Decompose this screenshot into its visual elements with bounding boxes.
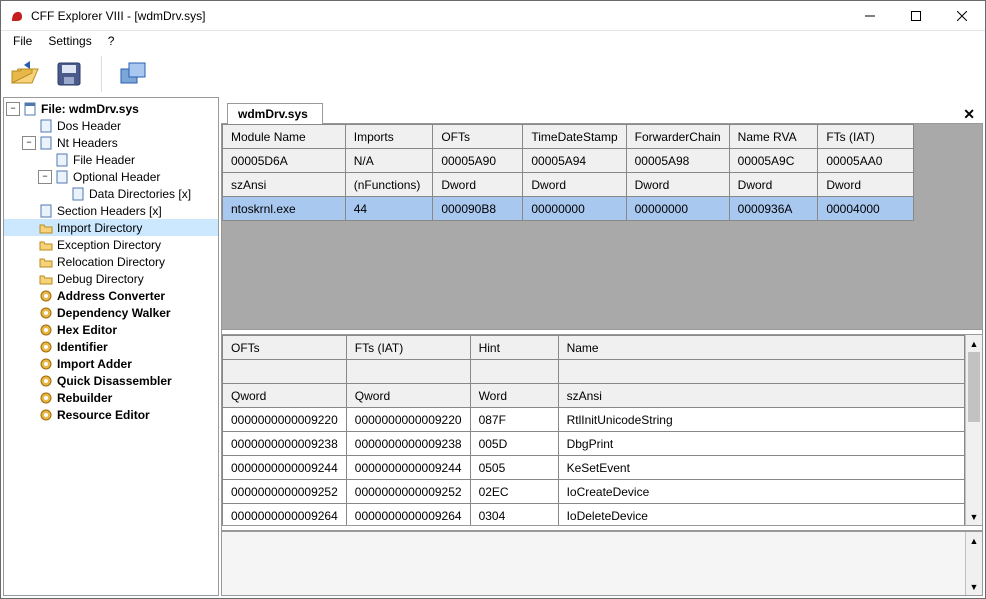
- tree-quick-disassembler[interactable]: Quick Disassembler: [4, 372, 218, 389]
- tree-exception-directory[interactable]: Exception Directory: [4, 236, 218, 253]
- menu-bar: File Settings ?: [1, 31, 985, 51]
- table-row[interactable]: 000000000000924400000000000092440505KeSe…: [223, 456, 965, 480]
- tree-dependency-walker[interactable]: Dependency Walker: [4, 304, 218, 321]
- tree-section-headers[interactable]: Section Headers [x]: [4, 202, 218, 219]
- tree-hex-editor[interactable]: Hex Editor: [4, 321, 218, 338]
- tree-import-adder[interactable]: Import Adder: [4, 355, 218, 372]
- tree-data-directories[interactable]: Data Directories [x]: [4, 185, 218, 202]
- page-icon: [54, 169, 70, 185]
- scroll-down-icon[interactable]: ▼: [966, 578, 982, 595]
- tree-root[interactable]: −File: wdmDrv.sys: [4, 100, 218, 117]
- gear-icon: [38, 390, 54, 406]
- details-panel: ▲ ▼: [222, 531, 982, 595]
- titlebar: CFF Explorer VIII - [wdmDrv.sys]: [1, 1, 985, 31]
- collapse-icon[interactable]: −: [22, 136, 36, 150]
- tab-file[interactable]: wdmDrv.sys: [227, 103, 323, 124]
- gear-icon: [38, 322, 54, 338]
- modules-grid[interactable]: Module Name Imports OFTs TimeDateStamp F…: [222, 124, 982, 329]
- page-icon: [70, 186, 86, 202]
- window-title: CFF Explorer VIII - [wdmDrv.sys]: [31, 9, 205, 23]
- scrollbar[interactable]: ▲ ▼: [965, 532, 982, 595]
- page-icon: [54, 152, 70, 168]
- tree-relocation-directory[interactable]: Relocation Directory: [4, 253, 218, 270]
- table-row[interactable]: 00000000000092380000000000009238005DDbgP…: [223, 432, 965, 456]
- tab-close-button[interactable]: ✕: [955, 106, 983, 123]
- col-ofts2[interactable]: OFTs: [223, 336, 347, 360]
- app-window: CFF Explorer VIII - [wdmDrv.sys] File Se…: [0, 0, 986, 599]
- scroll-down-icon[interactable]: ▼: [966, 508, 982, 525]
- table-row[interactable]: szAnsi(nFunctions)DwordDwordDwordDwordDw…: [223, 173, 914, 197]
- tree-resource-editor[interactable]: Resource Editor: [4, 406, 218, 423]
- col-timedatestamp[interactable]: TimeDateStamp: [523, 125, 626, 149]
- scroll-up-icon[interactable]: ▲: [966, 532, 982, 549]
- col-name[interactable]: Name: [558, 336, 964, 360]
- folder-icon: [38, 220, 54, 236]
- save-icon[interactable]: [53, 58, 85, 90]
- folder-icon: [38, 254, 54, 270]
- toolbar: [1, 51, 985, 97]
- collapse-icon[interactable]: −: [38, 170, 52, 184]
- tree-import-directory[interactable]: Import Directory: [4, 219, 218, 236]
- open-file-icon[interactable]: [9, 58, 41, 90]
- col-hint[interactable]: Hint: [470, 336, 558, 360]
- tree-file-header[interactable]: File Header: [4, 151, 218, 168]
- collapse-icon[interactable]: −: [6, 102, 20, 116]
- col-name-rva[interactable]: Name RVA: [729, 125, 818, 149]
- cascade-windows-icon[interactable]: [118, 58, 150, 90]
- right-pane: wdmDrv.sys ✕ Module Name Imports OFTs Ti…: [221, 97, 983, 596]
- tree-rebuilder[interactable]: Rebuilder: [4, 389, 218, 406]
- tree-nt-headers[interactable]: −Nt Headers: [4, 134, 218, 151]
- gear-icon: [38, 356, 54, 372]
- col-fts-iat2[interactable]: FTs (IAT): [346, 336, 470, 360]
- gear-icon: [38, 339, 54, 355]
- tree-dos-header[interactable]: Dos Header: [4, 117, 218, 134]
- menu-file[interactable]: File: [7, 32, 38, 50]
- col-forwarderchain[interactable]: ForwarderChain: [626, 125, 729, 149]
- tree-debug-directory[interactable]: Debug Directory: [4, 270, 218, 287]
- table-row-selected[interactable]: ntoskrnl.exe44000090B8000000000000000000…: [223, 197, 914, 221]
- file-icon: [22, 101, 38, 117]
- minimize-button[interactable]: [847, 1, 893, 31]
- scroll-up-icon[interactable]: ▲: [966, 335, 982, 352]
- table-row[interactable]: 0000000000009252000000000000925202ECIoCr…: [223, 480, 965, 504]
- page-icon: [38, 118, 54, 134]
- folder-icon: [38, 271, 54, 287]
- page-icon: [38, 203, 54, 219]
- folder-icon: [38, 237, 54, 253]
- tab-strip: wdmDrv.sys ✕: [221, 97, 983, 123]
- table-row[interactable]: QwordQwordWordszAnsi: [223, 384, 965, 408]
- gear-icon: [38, 373, 54, 389]
- tree-address-converter[interactable]: Address Converter: [4, 287, 218, 304]
- close-button[interactable]: [939, 1, 985, 31]
- col-ofts[interactable]: OFTs: [433, 125, 523, 149]
- table-row[interactable]: 00000000000092200000000000009220087FRtlI…: [223, 408, 965, 432]
- page-icon: [38, 135, 54, 151]
- col-imports[interactable]: Imports: [345, 125, 433, 149]
- col-fts-iat[interactable]: FTs (IAT): [818, 125, 914, 149]
- functions-grid[interactable]: OFTs FTs (IAT) Hint Name QwordQwordWords…: [222, 335, 982, 525]
- menu-help[interactable]: ?: [102, 32, 121, 50]
- client-area: −File: wdmDrv.sys Dos Header −Nt Headers…: [1, 97, 985, 598]
- tree-optional-header[interactable]: −Optional Header: [4, 168, 218, 185]
- table-row[interactable]: 000000000000926400000000000092640304IoDe…: [223, 504, 965, 526]
- tree-identifier[interactable]: Identifier: [4, 338, 218, 355]
- gear-icon: [38, 407, 54, 423]
- menu-settings[interactable]: Settings: [42, 32, 97, 50]
- table-row[interactable]: 00005D6AN/A00005A9000005A9400005A9800005…: [223, 149, 914, 173]
- col-module-name[interactable]: Module Name: [223, 125, 346, 149]
- gear-icon: [38, 288, 54, 304]
- tree-pane[interactable]: −File: wdmDrv.sys Dos Header −Nt Headers…: [3, 97, 219, 596]
- table-row[interactable]: [223, 360, 965, 384]
- maximize-button[interactable]: [893, 1, 939, 31]
- app-icon: [9, 8, 25, 24]
- scrollbar[interactable]: ▲ ▼: [965, 335, 982, 525]
- scroll-thumb[interactable]: [968, 352, 980, 422]
- gear-icon: [38, 305, 54, 321]
